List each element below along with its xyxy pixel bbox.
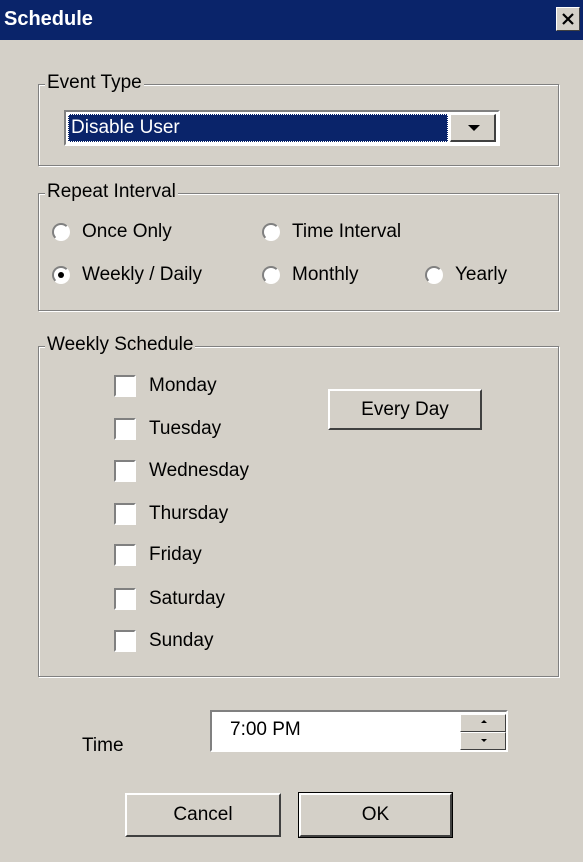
window-title: Schedule	[4, 8, 93, 30]
checkbox-icon	[114, 460, 136, 482]
checkbox-label: Saturday	[149, 588, 226, 609]
checkbox-icon	[114, 630, 136, 652]
radio-label: Once Only	[82, 221, 172, 242]
cancel-button[interactable]: Cancel	[125, 793, 281, 837]
weekly-schedule-legend: Weekly Schedule	[45, 334, 196, 356]
time-spin-down-button[interactable]	[460, 732, 506, 750]
radio-label: Yearly	[455, 264, 508, 285]
radio-button-icon	[262, 223, 280, 241]
checkbox-icon	[114, 544, 136, 566]
checkbox-label: Thursday	[149, 503, 229, 524]
checkbox-icon	[114, 503, 136, 525]
radio-button-icon	[52, 223, 70, 241]
event-type-selected-value: Disable User	[68, 114, 448, 142]
spin-down-icon	[481, 739, 487, 742]
repeat-interval-group	[38, 193, 559, 311]
title-bar: Schedule	[0, 0, 583, 41]
every-day-label: Every Day	[361, 399, 449, 420]
checkbox-label: Friday	[149, 544, 202, 565]
dropdown-arrow-button[interactable]	[450, 114, 496, 142]
checkbox-label: Sunday	[149, 630, 214, 651]
every-day-button[interactable]: Every Day	[328, 389, 482, 430]
time-value: 7:00 PM	[230, 719, 301, 740]
radio-label: Time Interval	[292, 221, 402, 242]
radio-button-icon	[262, 266, 280, 284]
event-type-legend: Event Type	[45, 72, 144, 94]
time-spin-up-button[interactable]	[460, 714, 506, 732]
close-button[interactable]	[556, 7, 580, 31]
checkbox-label: Monday	[149, 375, 217, 396]
chevron-down-icon	[468, 125, 480, 131]
radio-button-icon	[425, 266, 443, 284]
checkbox-label: Tuesday	[149, 418, 222, 439]
checkbox-icon	[114, 375, 136, 397]
checkbox-icon	[114, 418, 136, 440]
radio-button-selected-icon	[52, 266, 70, 284]
spin-up-icon	[481, 720, 487, 723]
radio-label: Weekly / Daily	[82, 264, 203, 285]
checkbox-label: Wednesday	[149, 460, 249, 481]
repeat-interval-legend: Repeat Interval	[45, 181, 178, 203]
time-label: Time	[82, 735, 124, 756]
ok-label: OK	[361, 804, 390, 825]
event-type-dropdown[interactable]: Disable User	[64, 110, 500, 146]
cancel-label: Cancel	[173, 804, 233, 825]
ok-button[interactable]: OK	[298, 792, 453, 838]
close-icon	[562, 13, 574, 25]
radio-label: Monthly	[292, 264, 359, 285]
checkbox-icon	[114, 588, 136, 610]
